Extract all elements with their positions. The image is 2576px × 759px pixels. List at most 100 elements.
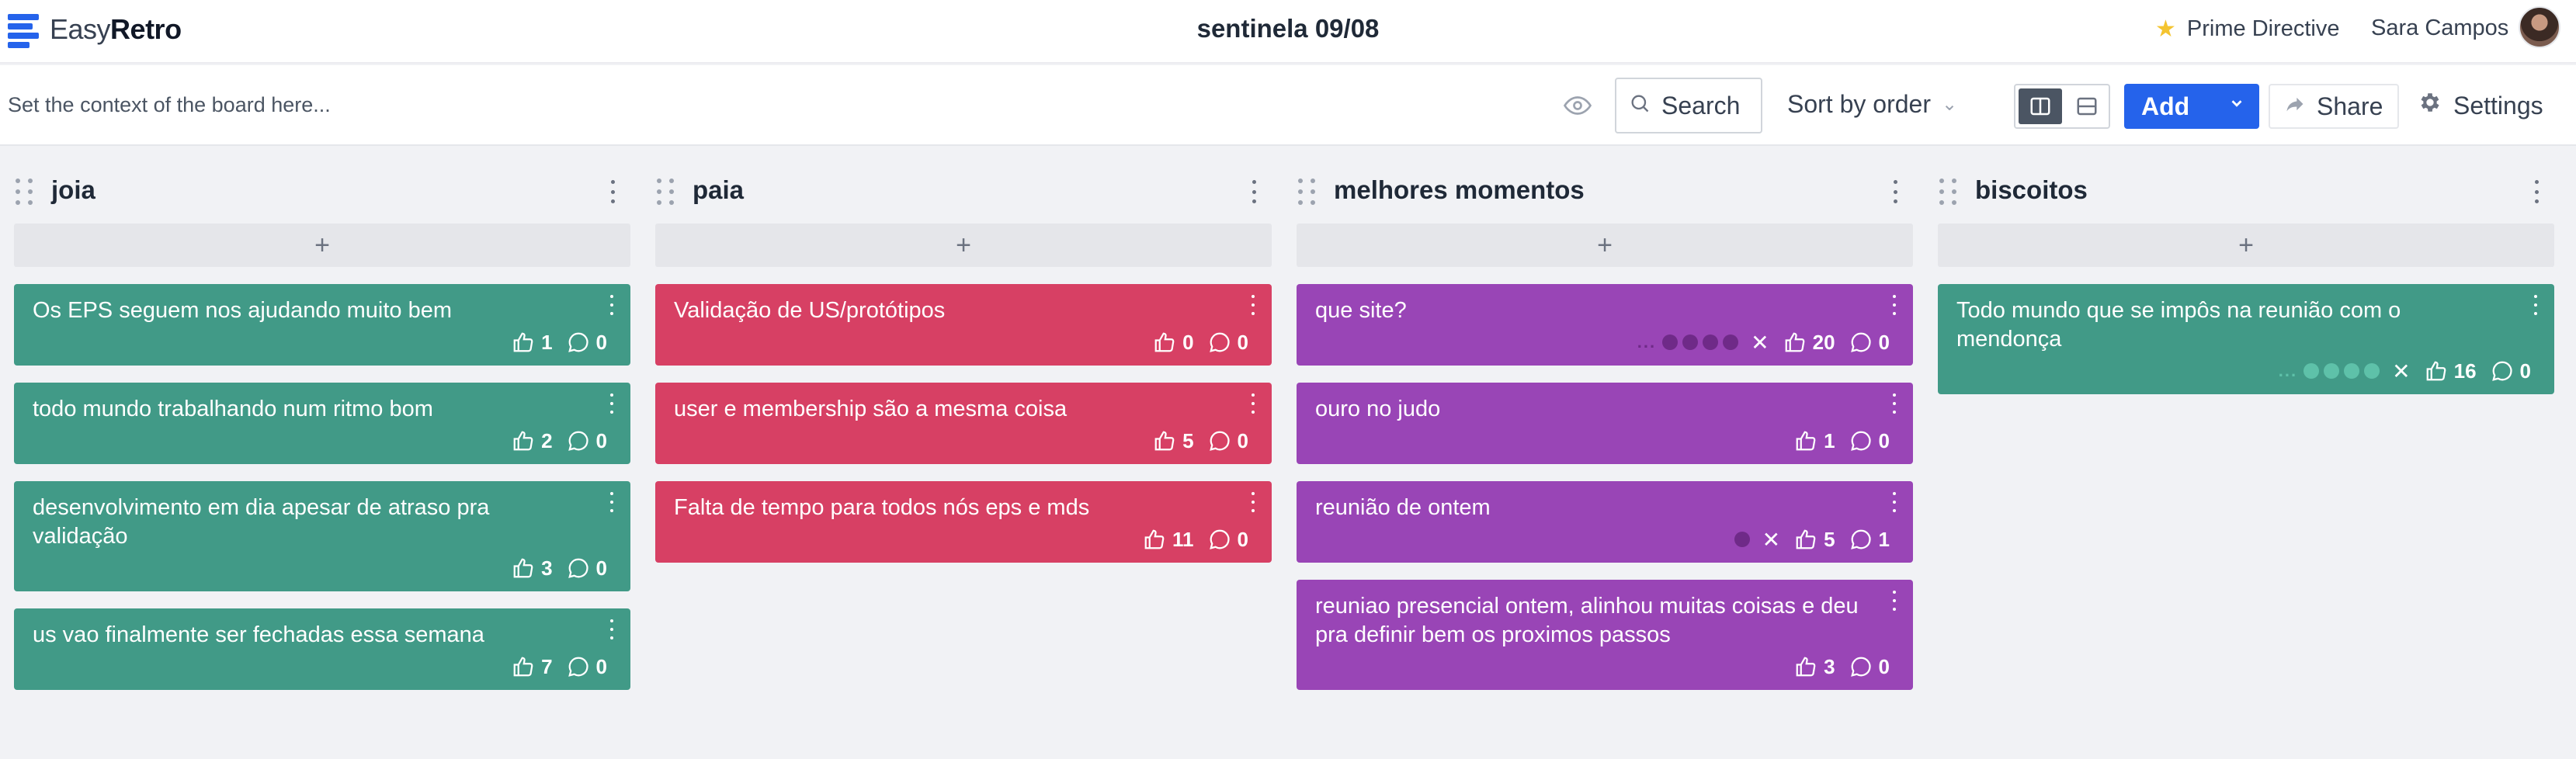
card-menu-icon[interactable] xyxy=(609,619,615,639)
retro-card[interactable]: user e membership são a mesma coisa 5 0 xyxy=(655,383,1272,464)
sort-dropdown[interactable]: Sort by order ⌄ xyxy=(1787,90,1957,119)
column-menu-icon[interactable] xyxy=(1250,180,1258,203)
add-button[interactable]: Add xyxy=(2124,84,2259,129)
column-header: biscoitos xyxy=(1938,161,2554,224)
thumbs-up-icon[interactable] xyxy=(2425,359,2448,383)
column-title[interactable]: biscoitos xyxy=(1975,175,2088,205)
voter-dot xyxy=(1703,334,1719,350)
thumbs-up-icon[interactable] xyxy=(512,556,535,580)
card-menu-icon[interactable] xyxy=(1250,393,1256,414)
prime-directive-link[interactable]: ★ Prime Directive xyxy=(2155,16,2340,43)
comment-icon[interactable] xyxy=(1849,655,1873,678)
add-card-button[interactable]: + xyxy=(1297,224,1913,267)
close-icon[interactable]: ✕ xyxy=(2392,359,2410,384)
column-menu-icon[interactable] xyxy=(2533,180,2540,203)
comment-icon[interactable] xyxy=(567,429,590,452)
card-menu-icon[interactable] xyxy=(609,393,615,414)
card-footer: 1 0 xyxy=(1315,428,1897,453)
column-header: joia xyxy=(14,161,630,224)
drag-handle-icon[interactable] xyxy=(1939,178,1958,206)
comment-icon[interactable] xyxy=(567,655,590,678)
board-context-input[interactable]: Set the context of the board here... xyxy=(8,93,331,117)
column-menu-icon[interactable] xyxy=(609,180,616,203)
card-menu-icon[interactable] xyxy=(609,492,615,512)
search-button[interactable]: Search xyxy=(1615,78,1762,133)
card-menu-icon[interactable] xyxy=(1891,393,1897,414)
comment-count: 0 xyxy=(1878,654,1890,678)
card-menu-icon[interactable] xyxy=(2533,295,2539,315)
thumbs-up-icon[interactable] xyxy=(1783,331,1807,354)
retro-card[interactable]: reuniao presencial ontem, alinhou muitas… xyxy=(1297,580,1913,690)
add-label: Add xyxy=(2141,92,2190,120)
comment-count: 0 xyxy=(1237,330,1248,354)
rows-view-icon[interactable] xyxy=(2065,85,2109,127)
thumbs-up-icon[interactable] xyxy=(512,655,535,678)
user-name[interactable]: Sara Campos xyxy=(2371,16,2508,41)
retro-card[interactable]: reunião de ontem ✕ 5 1 xyxy=(1297,481,1913,563)
card-menu-icon[interactable] xyxy=(1891,591,1897,611)
comment-icon[interactable] xyxy=(1849,528,1873,551)
card-text: ouro no judo xyxy=(1315,397,1441,421)
column-menu-icon[interactable] xyxy=(1891,180,1899,203)
add-card-button[interactable]: + xyxy=(655,224,1272,267)
voter-dot xyxy=(2303,363,2320,379)
comment-icon[interactable] xyxy=(2491,359,2514,383)
thumbs-up-icon[interactable] xyxy=(1794,528,1817,551)
thumbs-up-icon[interactable] xyxy=(512,331,535,354)
thumbs-up-icon[interactable] xyxy=(1794,429,1817,452)
comment-icon[interactable] xyxy=(1849,429,1873,452)
card-text: Falta de tempo para todos nós eps e mds xyxy=(674,495,1090,520)
card-menu-icon[interactable] xyxy=(1250,492,1256,512)
comment-icon[interactable] xyxy=(1208,331,1231,354)
column-title[interactable]: joia xyxy=(51,175,95,205)
comment-icon[interactable] xyxy=(1208,528,1231,551)
share-button[interactable]: Share xyxy=(2269,84,2399,129)
column: melhores momentos + que site? ... ✕ 20 0… xyxy=(1297,161,1913,690)
retro-card[interactable]: Validação de US/protótipos 0 0 xyxy=(655,284,1272,366)
retro-card[interactable]: todo mundo trabalhando num ritmo bom 2 0 xyxy=(14,383,630,464)
easyretro-logo[interactable]: EasyRetro xyxy=(8,12,182,48)
thumbs-up-icon[interactable] xyxy=(1153,331,1176,354)
settings-button[interactable]: Settings xyxy=(2418,90,2543,121)
avatar[interactable] xyxy=(2519,6,2560,48)
retro-card[interactable]: que site? ... ✕ 20 0 xyxy=(1297,284,1913,366)
card-footer: ✕ 5 1 xyxy=(1315,527,1897,552)
drag-handle-icon[interactable] xyxy=(1298,178,1317,206)
add-card-button[interactable]: + xyxy=(1938,224,2554,267)
card-menu-icon[interactable] xyxy=(1250,295,1256,315)
retro-card[interactable]: Todo mundo que se impôs na reunião com o… xyxy=(1938,284,2554,394)
comment-count: 0 xyxy=(2519,359,2531,383)
view-mode-toggle[interactable] xyxy=(2014,84,2110,129)
retro-card[interactable]: desenvolvimento em dia apesar de atraso … xyxy=(14,481,630,591)
close-icon[interactable]: ✕ xyxy=(1751,330,1769,355)
card-text: que site? xyxy=(1315,298,1407,323)
thumbs-up-icon[interactable] xyxy=(1794,655,1817,678)
card-menu-icon[interactable] xyxy=(1891,492,1897,512)
comment-icon[interactable] xyxy=(1849,331,1873,354)
drag-handle-icon[interactable] xyxy=(657,178,675,206)
thumbs-up-icon[interactable] xyxy=(512,429,535,452)
thumbs-up-icon[interactable] xyxy=(1143,528,1166,551)
eye-icon[interactable] xyxy=(1563,92,1592,120)
retro-card[interactable]: Os EPS seguem nos ajudando muito bem 1 0 xyxy=(14,284,630,366)
column-title[interactable]: paia xyxy=(693,175,744,205)
card-menu-icon[interactable] xyxy=(609,295,615,315)
close-icon[interactable]: ✕ xyxy=(1762,527,1780,553)
comment-icon[interactable] xyxy=(567,331,590,354)
columns-view-icon[interactable] xyxy=(2019,88,2062,124)
retro-card[interactable]: ouro no judo 1 0 xyxy=(1297,383,1913,464)
retro-card[interactable]: us vao finalmente ser fechadas essa sema… xyxy=(14,608,630,690)
comment-icon[interactable] xyxy=(567,556,590,580)
voter-dot xyxy=(1662,334,1679,350)
board-title[interactable]: sentinela 09/08 xyxy=(1197,14,1380,43)
card-footer: 3 0 xyxy=(1315,654,1897,679)
comment-icon[interactable] xyxy=(1208,429,1231,452)
card-text: todo mundo trabalhando num ritmo bom xyxy=(33,397,433,421)
column-title[interactable]: melhores momentos xyxy=(1334,175,1585,205)
thumbs-up-icon[interactable] xyxy=(1153,429,1176,452)
add-card-button[interactable]: + xyxy=(14,224,630,267)
retro-card[interactable]: Falta de tempo para todos nós eps e mds … xyxy=(655,481,1272,563)
drag-handle-icon[interactable] xyxy=(16,178,34,206)
chevron-down-icon[interactable] xyxy=(2228,95,2245,117)
card-menu-icon[interactable] xyxy=(1891,295,1897,315)
